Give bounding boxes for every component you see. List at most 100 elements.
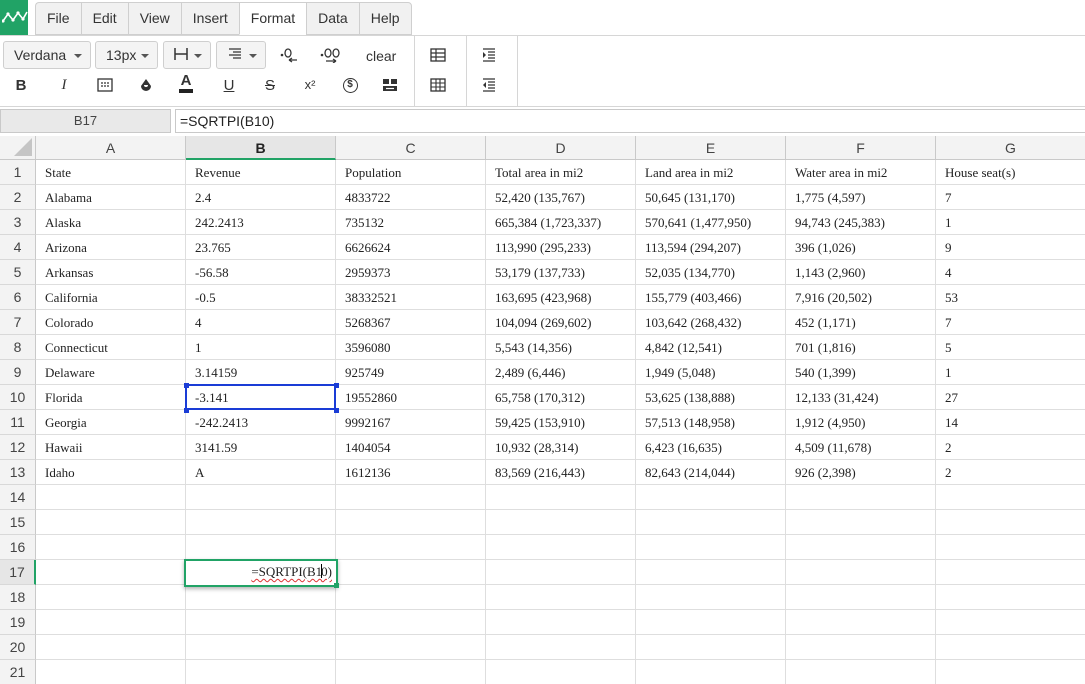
cell-d8[interactable]: 5,543 (14,356): [486, 335, 636, 360]
cell-f1[interactable]: Water area in mi2: [786, 160, 936, 185]
row-header-11[interactable]: 11: [0, 410, 36, 435]
cell-e9[interactable]: 1,949 (5,048): [636, 360, 786, 385]
cell-a20[interactable]: [36, 635, 186, 660]
cell-b3[interactable]: 242.2413: [186, 210, 336, 235]
row-header-6[interactable]: 6: [0, 285, 36, 310]
clear-format-button[interactable]: clear: [358, 43, 404, 69]
underline-button[interactable]: U: [215, 71, 243, 99]
cell-g14[interactable]: [936, 485, 1085, 510]
cell-f15[interactable]: [786, 510, 936, 535]
menu-edit[interactable]: Edit: [80, 2, 128, 35]
cell-g10[interactable]: 27: [936, 385, 1085, 410]
cell-e15[interactable]: [636, 510, 786, 535]
cell-c17[interactable]: [336, 560, 486, 585]
cell-a13[interactable]: Idaho: [36, 460, 186, 485]
cell-a1[interactable]: State: [36, 160, 186, 185]
cell-f5[interactable]: 1,143 (2,960): [786, 260, 936, 285]
cell-d17[interactable]: [486, 560, 636, 585]
cell-g11[interactable]: 14: [936, 410, 1085, 435]
italic-button[interactable]: I: [50, 71, 78, 99]
cell-a4[interactable]: Arizona: [36, 235, 186, 260]
cell-b1[interactable]: Revenue: [186, 160, 336, 185]
row-header-1[interactable]: 1: [0, 160, 36, 185]
cell-a11[interactable]: Georgia: [36, 410, 186, 435]
row-header-8[interactable]: 8: [0, 335, 36, 360]
insert-table-button[interactable]: [424, 41, 452, 69]
borders-dropdown[interactable]: [163, 41, 211, 69]
cell-e12[interactable]: 6,423 (16,635): [636, 435, 786, 460]
cell-b18[interactable]: [186, 585, 336, 610]
cell-d7[interactable]: 104,094 (269,602): [486, 310, 636, 335]
menu-format[interactable]: Format: [238, 2, 307, 35]
cell-a19[interactable]: [36, 610, 186, 635]
strikethrough-button[interactable]: S: [256, 71, 284, 99]
cell-b19[interactable]: [186, 610, 336, 635]
cell-c16[interactable]: [336, 535, 486, 560]
cell-f16[interactable]: [786, 535, 936, 560]
cell-f9[interactable]: 540 (1,399): [786, 360, 936, 385]
cell-c9[interactable]: 925749: [336, 360, 486, 385]
cell-f19[interactable]: [786, 610, 936, 635]
decrease-decimal-button[interactable]: [275, 41, 303, 69]
row-header-20[interactable]: 20: [0, 635, 36, 660]
cell-c19[interactable]: [336, 610, 486, 635]
cell-a6[interactable]: California: [36, 285, 186, 310]
cell-g7[interactable]: 7: [936, 310, 1085, 335]
cell-d16[interactable]: [486, 535, 636, 560]
row-header-12[interactable]: 12: [0, 435, 36, 460]
column-header-c[interactable]: C: [336, 136, 486, 160]
cell-e4[interactable]: 113,594 (294,207): [636, 235, 786, 260]
cell-format-button[interactable]: [91, 71, 119, 99]
row-header-10[interactable]: 10: [0, 385, 36, 410]
cell-d18[interactable]: [486, 585, 636, 610]
cell-c12[interactable]: 1404054: [336, 435, 486, 460]
cell-c11[interactable]: 9992167: [336, 410, 486, 435]
cell-a5[interactable]: Arkansas: [36, 260, 186, 285]
cell-c8[interactable]: 3596080: [336, 335, 486, 360]
merge-cells-button[interactable]: [376, 71, 404, 99]
cell-g2[interactable]: 7: [936, 185, 1085, 210]
cell-b5[interactable]: -56.58: [186, 260, 336, 285]
increase-decimal-button[interactable]: [317, 41, 345, 69]
currency-button[interactable]: $: [336, 71, 364, 99]
cell-g20[interactable]: [936, 635, 1085, 660]
cell-g5[interactable]: 4: [936, 260, 1085, 285]
cell-g3[interactable]: 1: [936, 210, 1085, 235]
cell-d2[interactable]: 52,420 (135,767): [486, 185, 636, 210]
cell-g13[interactable]: 2: [936, 460, 1085, 485]
cell-b12[interactable]: 3141.59: [186, 435, 336, 460]
row-header-2[interactable]: 2: [0, 185, 36, 210]
cell-c20[interactable]: [336, 635, 486, 660]
cell-g16[interactable]: [936, 535, 1085, 560]
cell-c1[interactable]: Population: [336, 160, 486, 185]
cell-g9[interactable]: 1: [936, 360, 1085, 385]
cell-a15[interactable]: [36, 510, 186, 535]
cell-d21[interactable]: [486, 660, 636, 684]
cell-c7[interactable]: 5268367: [336, 310, 486, 335]
font-color-button[interactable]: A: [172, 69, 200, 97]
cell-e21[interactable]: [636, 660, 786, 684]
cell-b9[interactable]: 3.14159: [186, 360, 336, 385]
cell-f17[interactable]: [786, 560, 936, 585]
cell-f3[interactable]: 94,743 (245,383): [786, 210, 936, 235]
cell-f20[interactable]: [786, 635, 936, 660]
cell-e8[interactable]: 4,842 (12,541): [636, 335, 786, 360]
cell-e18[interactable]: [636, 585, 786, 610]
column-header-d[interactable]: D: [486, 136, 636, 160]
bold-button[interactable]: B: [7, 71, 35, 99]
cell-e5[interactable]: 52,035 (134,770): [636, 260, 786, 285]
cell-b21[interactable]: [186, 660, 336, 684]
cell-editor[interactable]: =SQRTPI(B10): [184, 559, 339, 588]
cell-f6[interactable]: 7,916 (20,502): [786, 285, 936, 310]
cell-c14[interactable]: [336, 485, 486, 510]
row-header-16[interactable]: 16: [0, 535, 36, 560]
cell-d1[interactable]: Total area in mi2: [486, 160, 636, 185]
cell-e7[interactable]: 103,642 (268,432): [636, 310, 786, 335]
cell-d3[interactable]: 665,384 (1,723,337): [486, 210, 636, 235]
cell-d13[interactable]: 83,569 (216,443): [486, 460, 636, 485]
cell-g12[interactable]: 2: [936, 435, 1085, 460]
cell-f4[interactable]: 396 (1,026): [786, 235, 936, 260]
cell-f2[interactable]: 1,775 (4,597): [786, 185, 936, 210]
row-header-18[interactable]: 18: [0, 585, 36, 610]
cell-f7[interactable]: 452 (1,171): [786, 310, 936, 335]
